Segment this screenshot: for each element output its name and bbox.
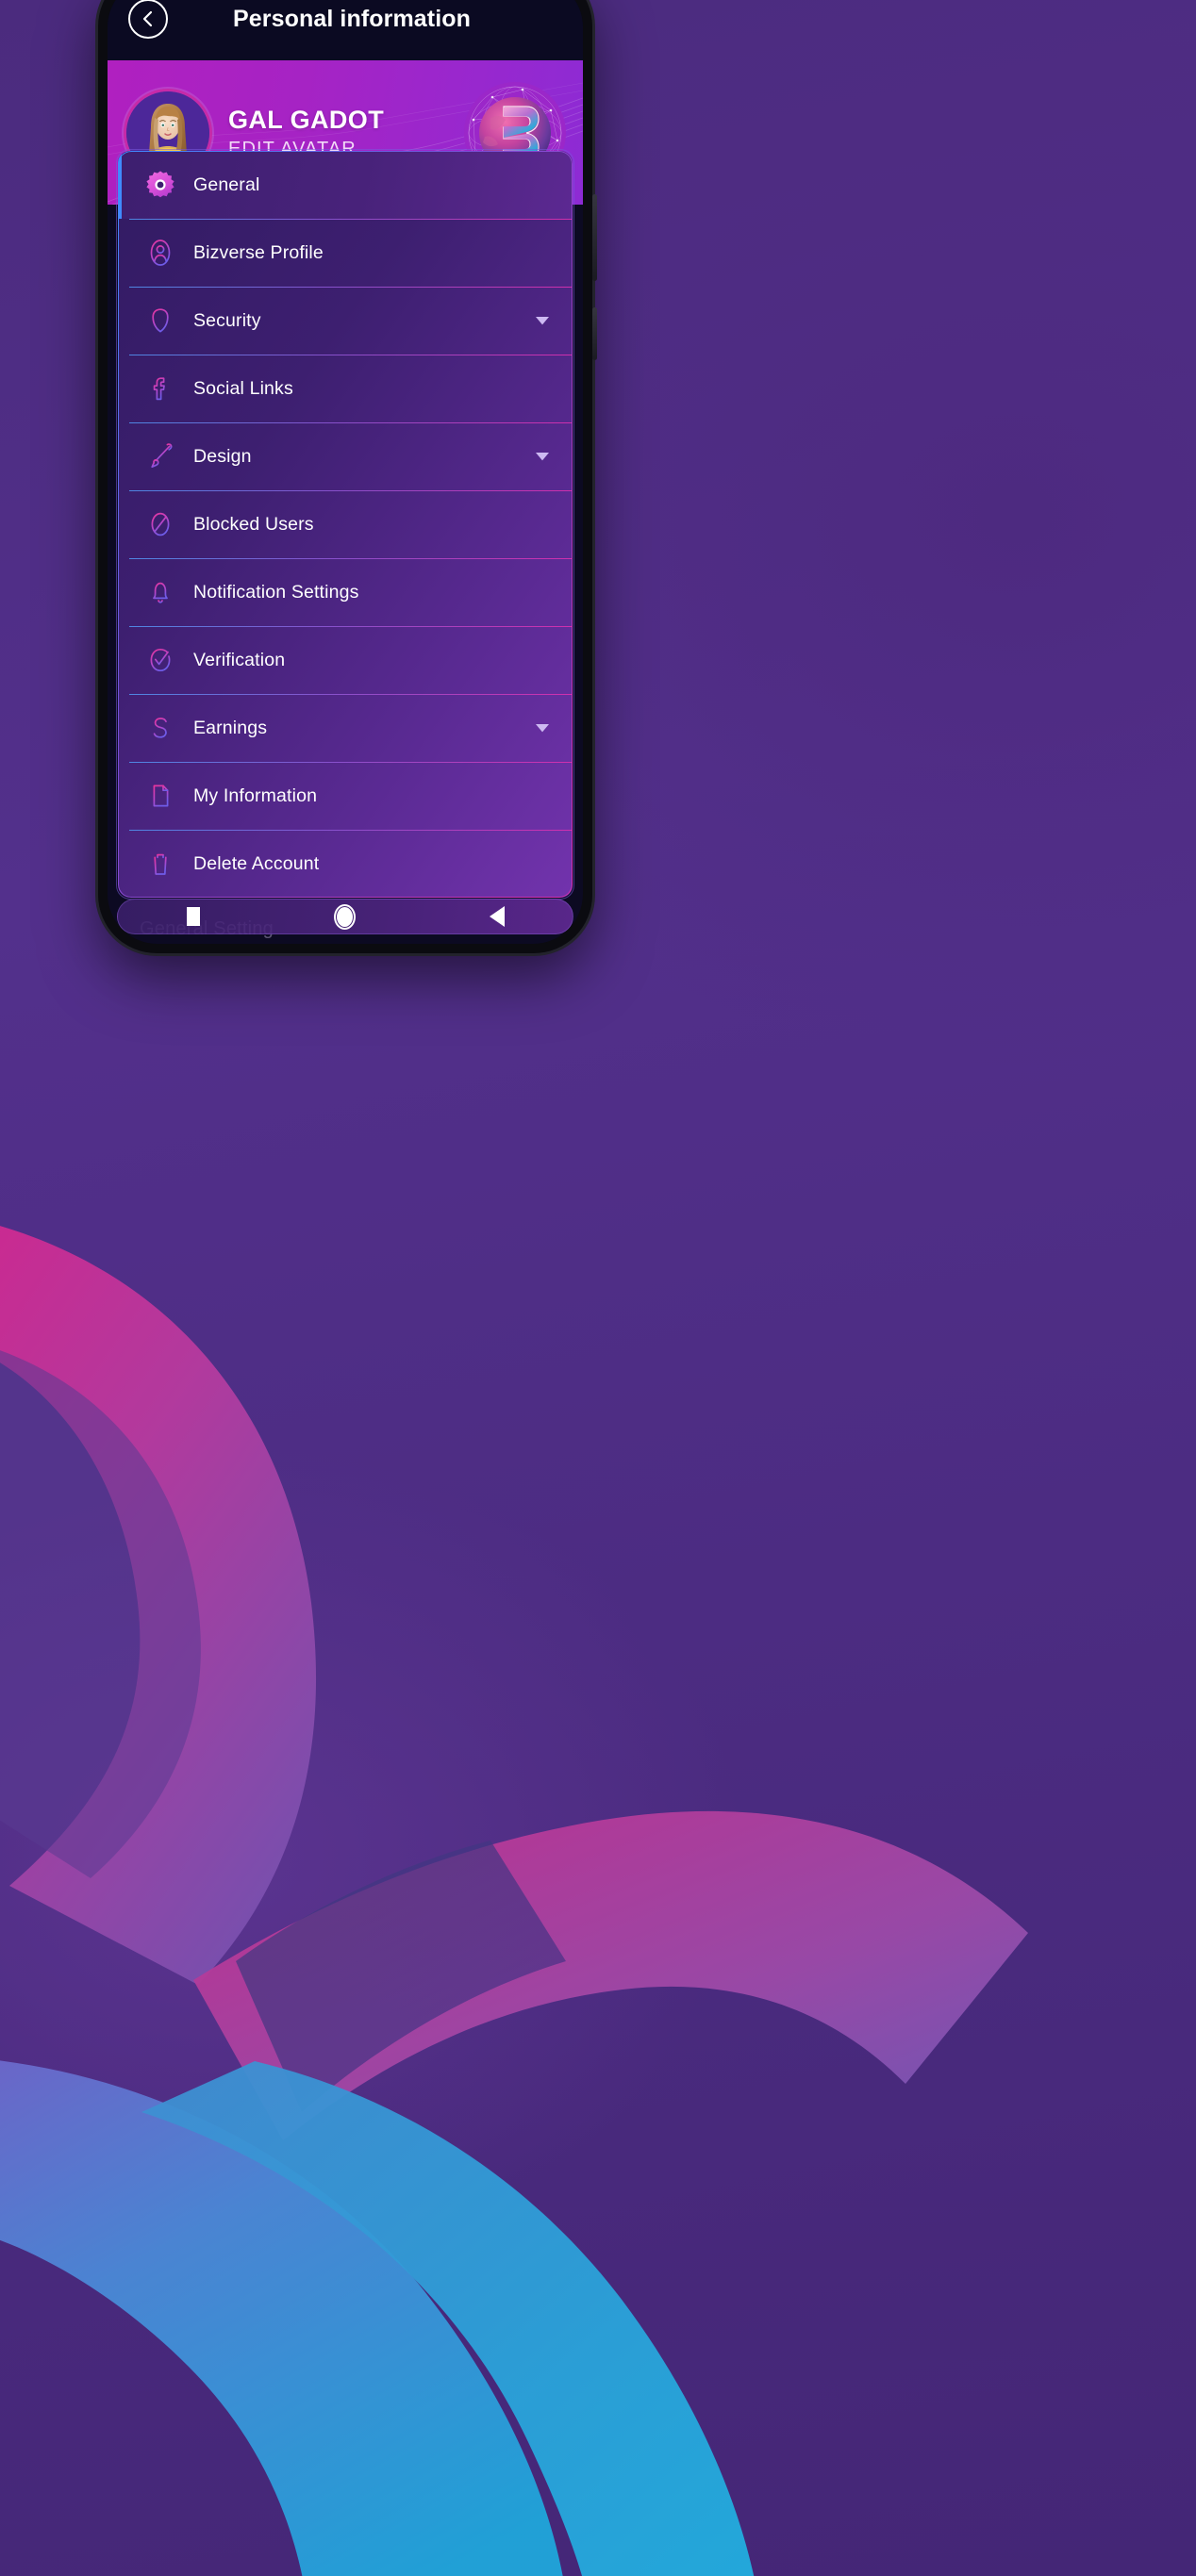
app-header: Personal information [108, 0, 583, 60]
facebook-icon [139, 367, 182, 410]
menu-item-label: Social Links [193, 377, 293, 399]
menu-item-label: Bizverse Profile [193, 241, 324, 263]
menu-item-verification[interactable]: Verification [118, 626, 573, 694]
document-icon [139, 774, 182, 817]
chevron-down-icon[interactable] [533, 718, 552, 737]
menu-item-bizverse-profile[interactable]: Bizverse Profile [118, 219, 573, 287]
menu-item-delete-account[interactable]: Delete Account [118, 830, 573, 898]
trash-icon [139, 842, 182, 885]
menu-item-security[interactable]: Security [118, 287, 573, 355]
dollar-icon [139, 706, 182, 750]
menu-item-earnings[interactable]: Earnings [118, 694, 573, 762]
menu-item-label: Blocked Users [193, 513, 314, 535]
menu-item-label: General [193, 173, 260, 195]
page-title: Personal information [232, 5, 472, 32]
triangle-back-icon [489, 906, 505, 927]
menu-item-label: Notification Settings [193, 581, 359, 603]
phone-device-frame: Personal information GAL GADOT EDIT AVAT… [98, 0, 597, 953]
menu-item-general[interactable]: General [118, 151, 573, 219]
menu-item-notification-settings[interactable]: Notification Settings [118, 558, 573, 626]
chevron-down-icon[interactable] [533, 311, 552, 330]
user-profile-icon [139, 231, 182, 274]
block-icon [139, 503, 182, 546]
profile-name: GAL GADOT [228, 105, 385, 134]
menu-item-label: Verification [193, 649, 286, 670]
phone-screen: Personal information GAL GADOT EDIT AVAT… [108, 0, 583, 944]
chevron-left-icon [141, 9, 156, 28]
home-button[interactable] [317, 899, 374, 934]
menu-item-design[interactable]: Design [118, 422, 573, 490]
settings-menu-card: General Bizverse Profile Security Social… [117, 150, 573, 899]
android-navigation-bar [117, 899, 573, 934]
shield-icon [139, 299, 182, 342]
chevron-down-icon[interactable] [533, 447, 552, 466]
menu-item-social-links[interactable]: Social Links [118, 355, 573, 422]
back-button[interactable] [128, 0, 168, 39]
system-back-button[interactable] [469, 899, 525, 934]
circle-icon [334, 903, 357, 930]
recents-button[interactable] [165, 899, 222, 934]
paintbrush-icon [139, 435, 182, 478]
settings-menu-list: General Bizverse Profile Security Social… [118, 151, 573, 898]
check-circle-icon [139, 638, 182, 682]
menu-item-label: Security [193, 309, 261, 331]
square-icon [187, 907, 201, 926]
menu-item-label: Design [193, 445, 252, 467]
gear-icon [139, 163, 182, 206]
menu-item-label: My Information [193, 784, 318, 806]
bell-icon [139, 570, 182, 614]
menu-item-my-information[interactable]: My Information [118, 762, 573, 830]
menu-item-label: Earnings [193, 717, 268, 738]
menu-item-blocked-users[interactable]: Blocked Users [118, 490, 573, 558]
menu-item-label: Delete Account [193, 852, 320, 874]
